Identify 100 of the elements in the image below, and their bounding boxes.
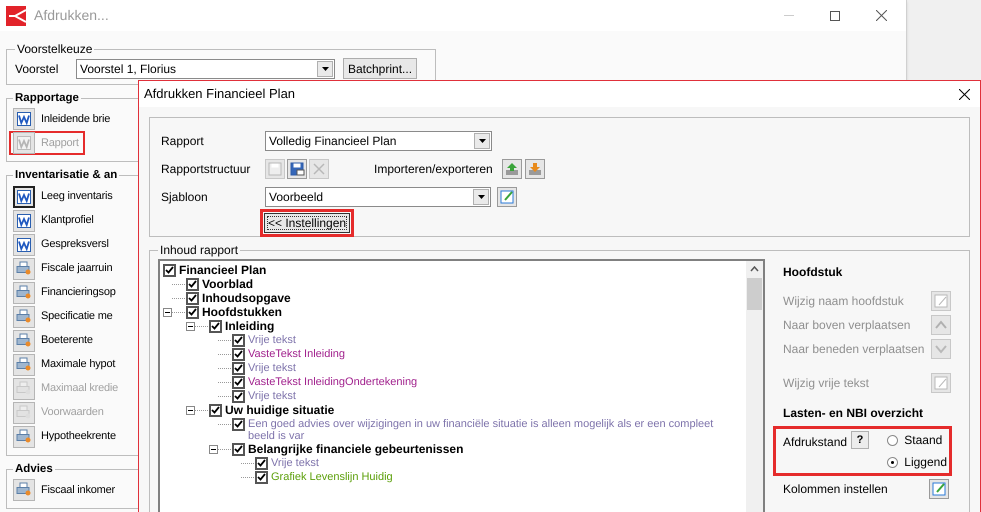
item-label[interactable]: Gespreksversl [41, 236, 109, 253]
dropdown-value: Voorbeeld [268, 189, 324, 206]
item-icon-button[interactable] [13, 234, 35, 256]
tree-item-label[interactable]: Inhoudsopgave [202, 291, 291, 305]
printer-icon [16, 405, 32, 420]
down-arrow-button[interactable] [524, 159, 545, 179]
dropdown-value: Voorstel 1, Florius [79, 60, 178, 78]
item-icon-button[interactable] [13, 108, 35, 130]
group-title: Voorstelkeuze [16, 41, 94, 58]
field-label: Voorstel [15, 60, 60, 78]
item-label[interactable]: Boeterente [41, 332, 93, 349]
tree-item-label[interactable]: Inleiding [225, 319, 274, 333]
minus-icon [211, 446, 216, 452]
dropdown-field[interactable]: Volledig Financieel Plan [265, 131, 492, 151]
checkmark-icon [211, 406, 220, 414]
floppy-disk-button[interactable] [287, 159, 307, 179]
field-label: Importeren/exporteren [374, 161, 493, 178]
dropdown-arrow-button[interactable] [317, 60, 333, 76]
checkbox[interactable] [255, 470, 268, 484]
checkbox[interactable] [232, 442, 245, 456]
radio-option[interactable]: Liggend [887, 453, 947, 471]
checkbox[interactable] [186, 292, 199, 304]
printer-icon [16, 285, 32, 300]
item-label[interactable]: Inleidende brie [41, 111, 110, 128]
collapse-toggle[interactable] [209, 444, 218, 454]
document-icon [17, 112, 31, 126]
checkbox[interactable] [232, 348, 245, 360]
checkbox[interactable] [232, 376, 245, 388]
action-label: Wijzig naam hoofdstuk [783, 293, 904, 310]
scroll-up-icon[interactable] [750, 266, 759, 272]
scrollbar-thumb[interactable] [747, 278, 762, 310]
app-logo-icon [6, 6, 26, 26]
pencil-icon [932, 374, 950, 392]
item-label[interactable]: Hypotheekrente [41, 428, 116, 445]
radio-button[interactable] [887, 456, 898, 468]
window-title: Afdrukken... [34, 6, 109, 25]
checkbox[interactable] [232, 390, 245, 402]
collapse-toggle[interactable] [186, 406, 195, 414]
up-arrow-button[interactable] [502, 159, 522, 179]
dropdown-arrow-button[interactable] [474, 133, 490, 149]
tree-item-label[interactable]: Belangrijke financiele gebeurtenissen [248, 442, 464, 456]
checkbox[interactable] [232, 334, 245, 346]
minus-icon [165, 310, 170, 314]
item-icon-button[interactable] [13, 210, 35, 232]
item-label[interactable]: Klantprofiel [41, 212, 94, 229]
printer-icon [16, 261, 32, 276]
pencil-button[interactable] [497, 187, 517, 207]
checkbox[interactable] [232, 362, 245, 374]
radio-option[interactable]: Staand [887, 431, 947, 449]
dropdown-arrow-button[interactable] [473, 189, 489, 205]
printer-icon [16, 309, 32, 324]
field-label: Afdrukstand [783, 434, 848, 451]
item-label[interactable]: Leeg inventaris [41, 188, 113, 205]
field-label: Sjabloon [161, 189, 209, 206]
document-icon [17, 190, 31, 204]
item-label[interactable]: Specificatie me [41, 308, 113, 325]
checkbox[interactable] [186, 306, 199, 318]
section-title: Hoofdstuk [783, 264, 844, 281]
item-icon-button[interactable] [13, 186, 35, 208]
help-button[interactable]: ? [851, 431, 870, 449]
field-label: Rapportstructuur [161, 161, 252, 178]
tree-item-label[interactable]: Een goed advies over wijzigingen in uw financiële situatie is alleen mogelijk als er een compleet beeld is var [248, 417, 746, 442]
tree-item-label[interactable]: Financieel Plan [179, 263, 266, 277]
close-button[interactable] [956, 86, 972, 102]
collapse-toggle[interactable] [186, 322, 195, 330]
tree-item-label[interactable]: VasteTekst Inleiding [248, 347, 350, 360]
checkbox[interactable] [163, 264, 176, 276]
checkbox[interactable] [209, 320, 222, 332]
collapse-toggle[interactable] [163, 308, 172, 316]
checkmark-icon [234, 420, 243, 428]
tree-item-label[interactable]: Vrije tekst [271, 456, 323, 469]
checkbox[interactable] [255, 456, 268, 470]
group-title: Advies [14, 462, 54, 476]
tree-item-label[interactable]: Hoofdstukken [202, 305, 282, 319]
item-label[interactable]: Fiscaal inkomer [41, 482, 116, 498]
maximize-icon [830, 10, 840, 20]
settings-button[interactable]: << Instellingen [264, 213, 350, 233]
tree-item-label[interactable]: Voorblad [202, 277, 254, 291]
pencil-button[interactable] [929, 479, 949, 499]
tree-item-label[interactable]: Vrije tekst [248, 333, 300, 346]
printer-icon [16, 381, 32, 396]
tree-item-label[interactable]: Uw huidige situatie [225, 403, 334, 417]
tree-item-label[interactable]: Vrije tekst [248, 361, 300, 374]
dropdown-field[interactable]: Voorbeeld [265, 187, 491, 207]
minimize-icon [784, 15, 794, 16]
checkbox[interactable] [186, 278, 199, 290]
item-label[interactable]: Fiscale jaarruin [41, 260, 112, 277]
checkbox[interactable] [232, 418, 245, 430]
group-title: Inventarisatie & an [14, 168, 118, 184]
tree-item-label[interactable]: Vrije tekst [248, 389, 300, 402]
field-label: Rapport [161, 133, 205, 150]
item-label[interactable]: Financieringsop [41, 284, 116, 301]
item-label[interactable]: Maximale hypot [41, 356, 116, 373]
scrollbar[interactable] [746, 261, 763, 512]
batchprint-button[interactable]: Batchprint... [343, 58, 418, 79]
checkbox[interactable] [209, 404, 222, 416]
radio-button[interactable] [887, 434, 898, 446]
dropdown-field[interactable]: Voorstel 1, Florius [76, 58, 335, 78]
pencil-icon [930, 480, 948, 498]
tree-item-label[interactable]: VasteTekst InleidingOndertekening [248, 375, 422, 388]
